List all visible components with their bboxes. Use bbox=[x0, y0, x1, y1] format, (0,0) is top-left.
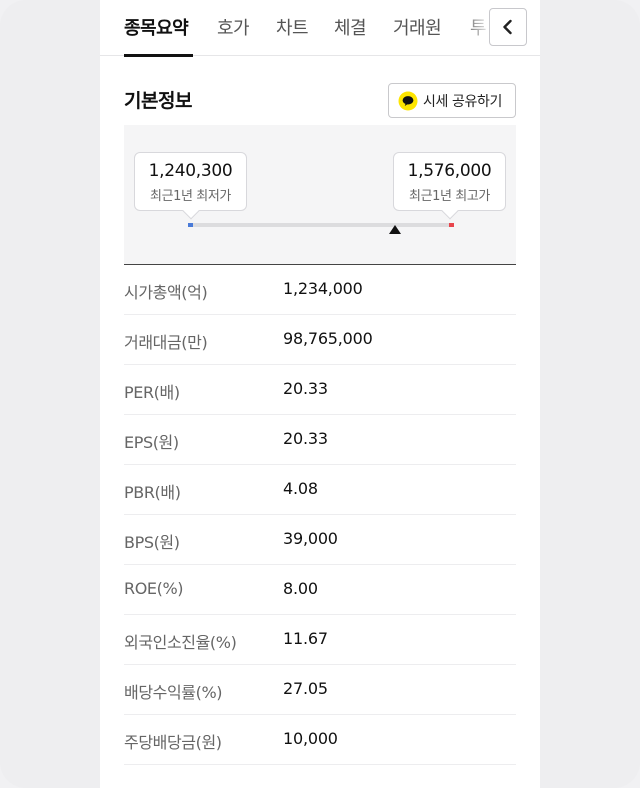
bubble-tail bbox=[441, 202, 459, 220]
table-row: 시가총액(억) 1,234,000 bbox=[124, 265, 516, 315]
tab-brokers[interactable]: 거래원 bbox=[393, 14, 442, 40]
tab-summary[interactable]: 종목요약 bbox=[124, 14, 189, 40]
basic-info-table: 시가총액(억) 1,234,000 거래대금(만) 98,765,000 PER(배) 2… bbox=[124, 265, 516, 765]
stat-label: 배당수익률(%) bbox=[124, 683, 223, 702]
current-price-marker bbox=[389, 225, 402, 234]
table-row: ROE(%) 8.00 bbox=[124, 565, 516, 615]
table-row: BPS(원) 39,000 bbox=[124, 515, 516, 565]
high-price-value: 1,576,000 bbox=[407, 161, 492, 181]
table-row: 거래대금(만) 98,765,000 bbox=[124, 315, 516, 365]
low-price-value: 1,240,300 bbox=[148, 161, 233, 181]
stat-label: 외국인소진율(%) bbox=[124, 633, 237, 652]
table-row: PBR(배) 4.08 bbox=[124, 465, 516, 515]
table-row: 배당수익률(%) 27.05 bbox=[124, 665, 516, 715]
yearly-price-range: 1,240,300 최근1년 최저가 1,576,000 최근1년 최고가 bbox=[124, 125, 516, 265]
stat-label: PER(배) bbox=[124, 383, 180, 402]
table-row: PER(배) 20.33 bbox=[124, 365, 516, 415]
table-row: 외국인소진율(%) 11.67 bbox=[124, 615, 516, 665]
active-tab-indicator bbox=[124, 54, 193, 57]
tab-bar: 종목요약 호가 차트 체결 거래원 투 bbox=[100, 0, 540, 57]
stat-label: PBR(배) bbox=[124, 483, 181, 502]
tab-scroll-back-button[interactable] bbox=[489, 8, 527, 46]
stat-label: EPS(원) bbox=[124, 433, 179, 452]
stat-value: 20.33 bbox=[283, 429, 328, 448]
stat-value: 27.05 bbox=[283, 679, 328, 698]
kakao-talk-icon bbox=[398, 91, 418, 110]
tab-chart[interactable]: 차트 bbox=[276, 14, 309, 40]
tab-trades[interactable]: 체결 bbox=[334, 14, 367, 40]
bubble-tail bbox=[182, 202, 200, 220]
low-price-tick bbox=[188, 223, 193, 227]
tab-quotes[interactable]: 호가 bbox=[217, 14, 250, 40]
table-row: 주당배당금(원) 10,000 bbox=[124, 715, 516, 765]
stock-summary-panel: 종목요약 호가 차트 체결 거래원 투 기본정보 시세 공유하기 bbox=[100, 0, 540, 788]
tab-fade bbox=[462, 0, 492, 55]
share-price-button[interactable]: 시세 공유하기 bbox=[388, 83, 516, 118]
stat-label: ROE(%) bbox=[124, 579, 184, 598]
stat-value: 20.33 bbox=[283, 379, 328, 398]
chevron-left-icon bbox=[503, 19, 512, 35]
high-price-tick bbox=[449, 223, 454, 227]
stat-value: 11.67 bbox=[283, 629, 328, 648]
stat-label: 시가총액(억) bbox=[124, 283, 208, 302]
high-price-bubble: 1,576,000 최근1년 최고가 bbox=[393, 152, 506, 220]
stat-value: 39,000 bbox=[283, 529, 338, 548]
range-track bbox=[188, 223, 454, 227]
device-frame: 종목요약 호가 차트 체결 거래원 투 기본정보 시세 공유하기 bbox=[0, 0, 640, 788]
stat-value: 4.08 bbox=[283, 479, 318, 498]
stat-value: 98,765,000 bbox=[283, 329, 373, 348]
stat-label: 거래대금(만) bbox=[124, 333, 208, 352]
table-row: EPS(원) 20.33 bbox=[124, 415, 516, 465]
stat-label: BPS(원) bbox=[124, 533, 180, 552]
stat-value: 8.00 bbox=[283, 579, 318, 598]
share-button-label: 시세 공유하기 bbox=[423, 93, 502, 110]
low-price-bubble: 1,240,300 최근1년 최저가 bbox=[134, 152, 247, 220]
stat-value: 10,000 bbox=[283, 729, 338, 748]
section-title: 기본정보 bbox=[124, 90, 192, 112]
stat-label: 주당배당금(원) bbox=[124, 733, 222, 752]
stat-value: 1,234,000 bbox=[283, 279, 363, 298]
